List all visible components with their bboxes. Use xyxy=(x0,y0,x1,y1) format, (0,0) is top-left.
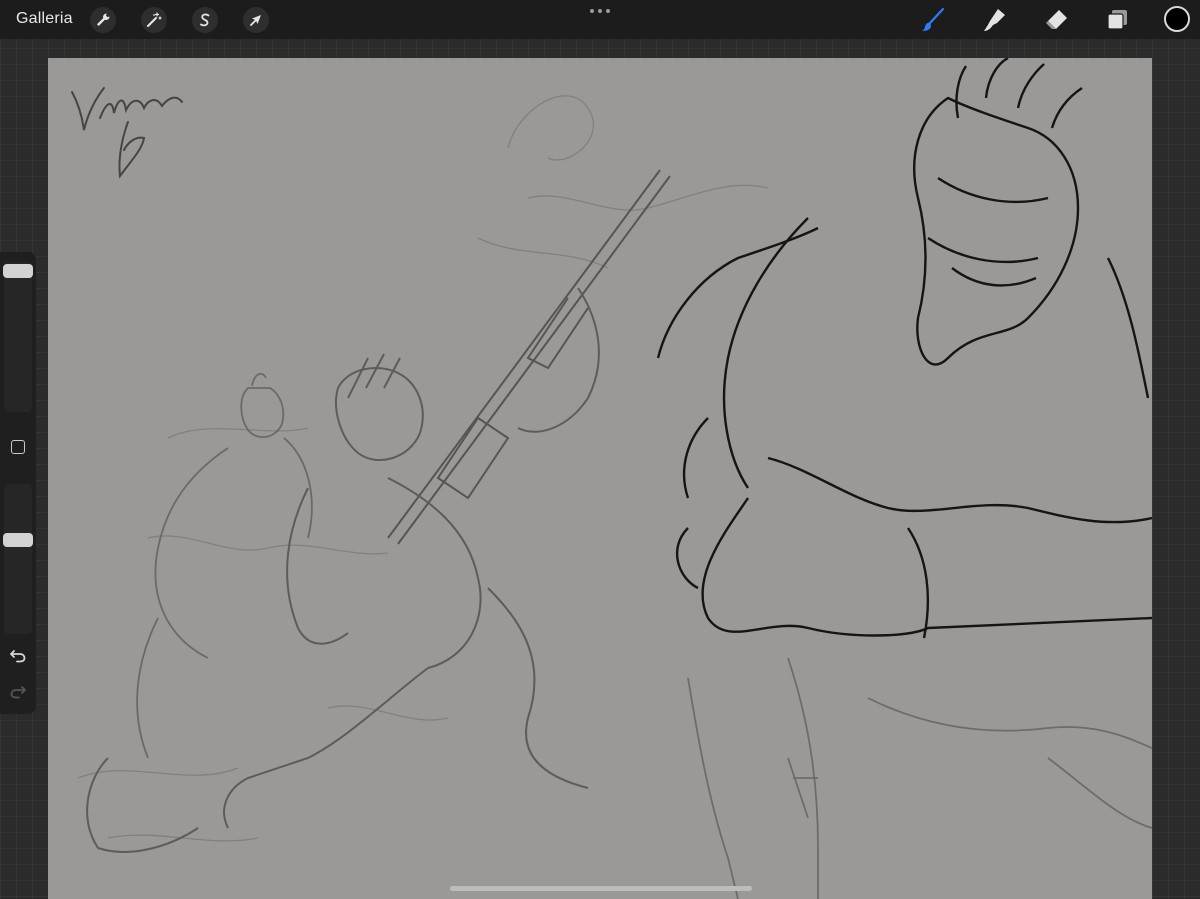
more-options-icon[interactable] xyxy=(590,4,610,18)
drawing-canvas[interactable] xyxy=(48,58,1152,899)
top-toolbar: Galleria xyxy=(0,0,1200,39)
redo-arrow-icon[interactable] xyxy=(9,682,27,700)
size-slider-icon[interactable] xyxy=(3,264,33,278)
opacity-slider[interactable] xyxy=(4,484,32,634)
smudge-finger-icon[interactable] xyxy=(979,5,1009,35)
square-modify-icon[interactable] xyxy=(11,440,25,454)
color-picker-swatch[interactable] xyxy=(1164,6,1190,32)
layers-icon[interactable] xyxy=(1102,5,1132,35)
wrench-icon[interactable] xyxy=(90,7,116,33)
home-indicator xyxy=(450,886,752,891)
undo-arrow-icon[interactable] xyxy=(9,646,27,664)
magic-wand-icon[interactable] xyxy=(141,7,167,33)
arrow-cursor-icon[interactable] xyxy=(243,7,269,33)
gallery-button[interactable]: Galleria xyxy=(16,10,73,28)
brush-size-slider[interactable] xyxy=(4,262,32,412)
brush-icon[interactable] xyxy=(918,5,948,35)
eraser-icon[interactable] xyxy=(1041,5,1071,35)
sketch-artwork xyxy=(71,58,1152,899)
opacity-slider-icon[interactable] xyxy=(3,533,33,547)
selection-s-icon[interactable] xyxy=(192,7,218,33)
left-sidebar xyxy=(0,252,36,714)
